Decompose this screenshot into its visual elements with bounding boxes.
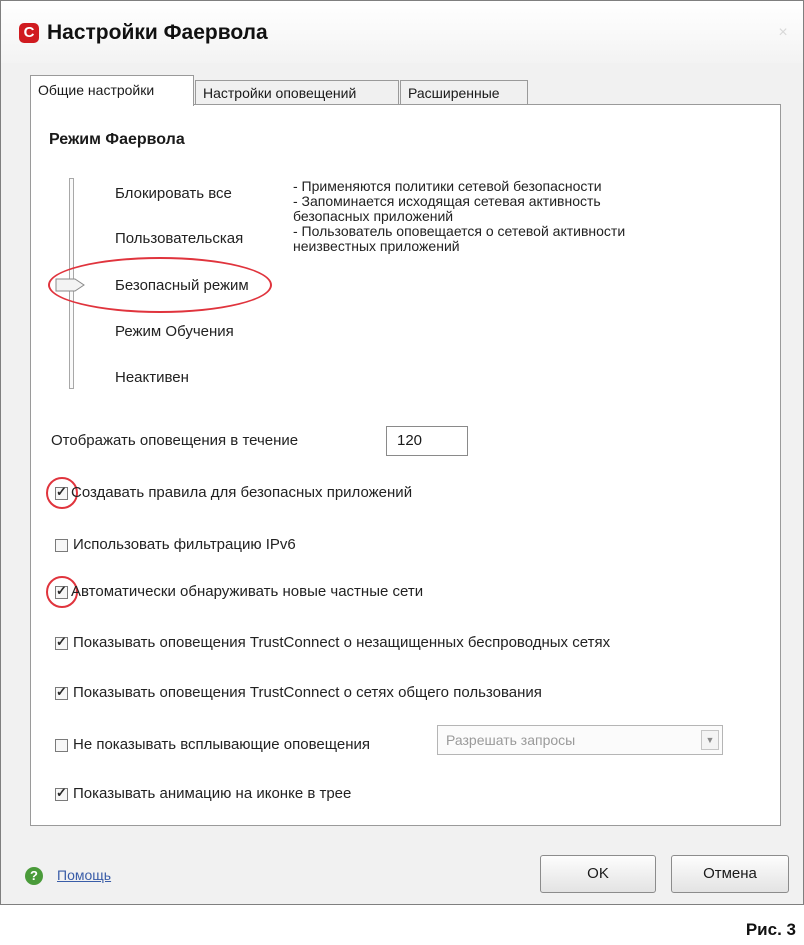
help-icon[interactable]: ? — [25, 867, 43, 885]
ipv6-filter-label[interactable]: Использовать фильтрацию IPv6 — [73, 536, 296, 553]
tab-general[interactable]: Общие настройки — [30, 75, 194, 106]
firewall-mode-title: Режим Фаервола — [49, 131, 185, 148]
shield-icon: C — [19, 23, 39, 43]
mode-block-all[interactable]: Блокировать все — [115, 185, 232, 202]
safe-mode-highlight — [48, 257, 272, 313]
notify-duration-input[interactable]: 120 — [386, 426, 468, 456]
mode-description-line: неизвестных приложений — [293, 238, 460, 254]
firewall-settings-window: C Настройки Фаервола × Общие настройки Н… — [0, 0, 804, 905]
tab-notifications[interactable]: Настройки оповещений — [195, 80, 399, 104]
tray-animation-checkbox[interactable] — [55, 785, 68, 801]
chevron-down-icon[interactable]: ▼ — [701, 730, 719, 750]
close-button[interactable]: × — [773, 23, 793, 43]
mode-description-line: - Пользователь оповещается о сетевой акт… — [293, 223, 626, 239]
tab-advanced[interactable]: Расширенные — [400, 80, 528, 104]
help-link[interactable]: Помощь — [57, 867, 111, 883]
mode-description-line: - Применяются политики сетевой безопасно… — [293, 178, 602, 194]
detect-networks-label[interactable]: Автоматически обнаруживать новые частные… — [71, 583, 423, 600]
mode-custom[interactable]: Пользовательская — [115, 230, 243, 247]
mode-description: - Применяются политики сетевой безопасно… — [293, 179, 723, 254]
trustconnect-wireless-label[interactable]: Показывать оповещения TrustConnect о нез… — [73, 634, 610, 651]
window-title: Настройки Фаервола — [47, 21, 268, 44]
trustconnect-wireless-checkbox[interactable] — [55, 634, 68, 650]
figure-caption: Рис. 3 — [745, 920, 796, 939]
mode-description-line: - Запоминается исходящая сетевая активно… — [293, 193, 601, 209]
create-rules-label[interactable]: Создавать правила для безопасных приложе… — [71, 484, 412, 501]
tray-animation-label[interactable]: Показывать анимацию на иконке в трее — [73, 785, 351, 802]
notify-duration-label: Отображать оповещения в течение — [51, 432, 299, 449]
no-popups-checkbox[interactable] — [55, 739, 68, 752]
popup-action-value: Разрешать запросы — [446, 732, 576, 748]
cancel-button[interactable]: Отмена — [671, 855, 789, 893]
popup-action-select[interactable]: Разрешать запросы ▼ — [437, 725, 723, 755]
mode-inactive[interactable]: Неактивен — [115, 369, 189, 386]
mode-learning[interactable]: Режим Обучения — [115, 323, 234, 340]
mode-description-line: безопасных приложений — [293, 208, 454, 224]
ok-button[interactable]: OK — [540, 855, 656, 893]
ipv6-filter-checkbox[interactable] — [55, 539, 68, 552]
trustconnect-public-checkbox[interactable] — [55, 684, 68, 700]
trustconnect-public-label[interactable]: Показывать оповещения TrustConnect о сет… — [73, 684, 542, 701]
general-settings-panel: Режим Фаервола Блокировать все Пользоват… — [30, 104, 781, 826]
title-bar[interactable]: C Настройки Фаервола × — [1, 1, 803, 63]
no-popups-label[interactable]: Не показывать всплывающие оповещения — [73, 736, 370, 753]
